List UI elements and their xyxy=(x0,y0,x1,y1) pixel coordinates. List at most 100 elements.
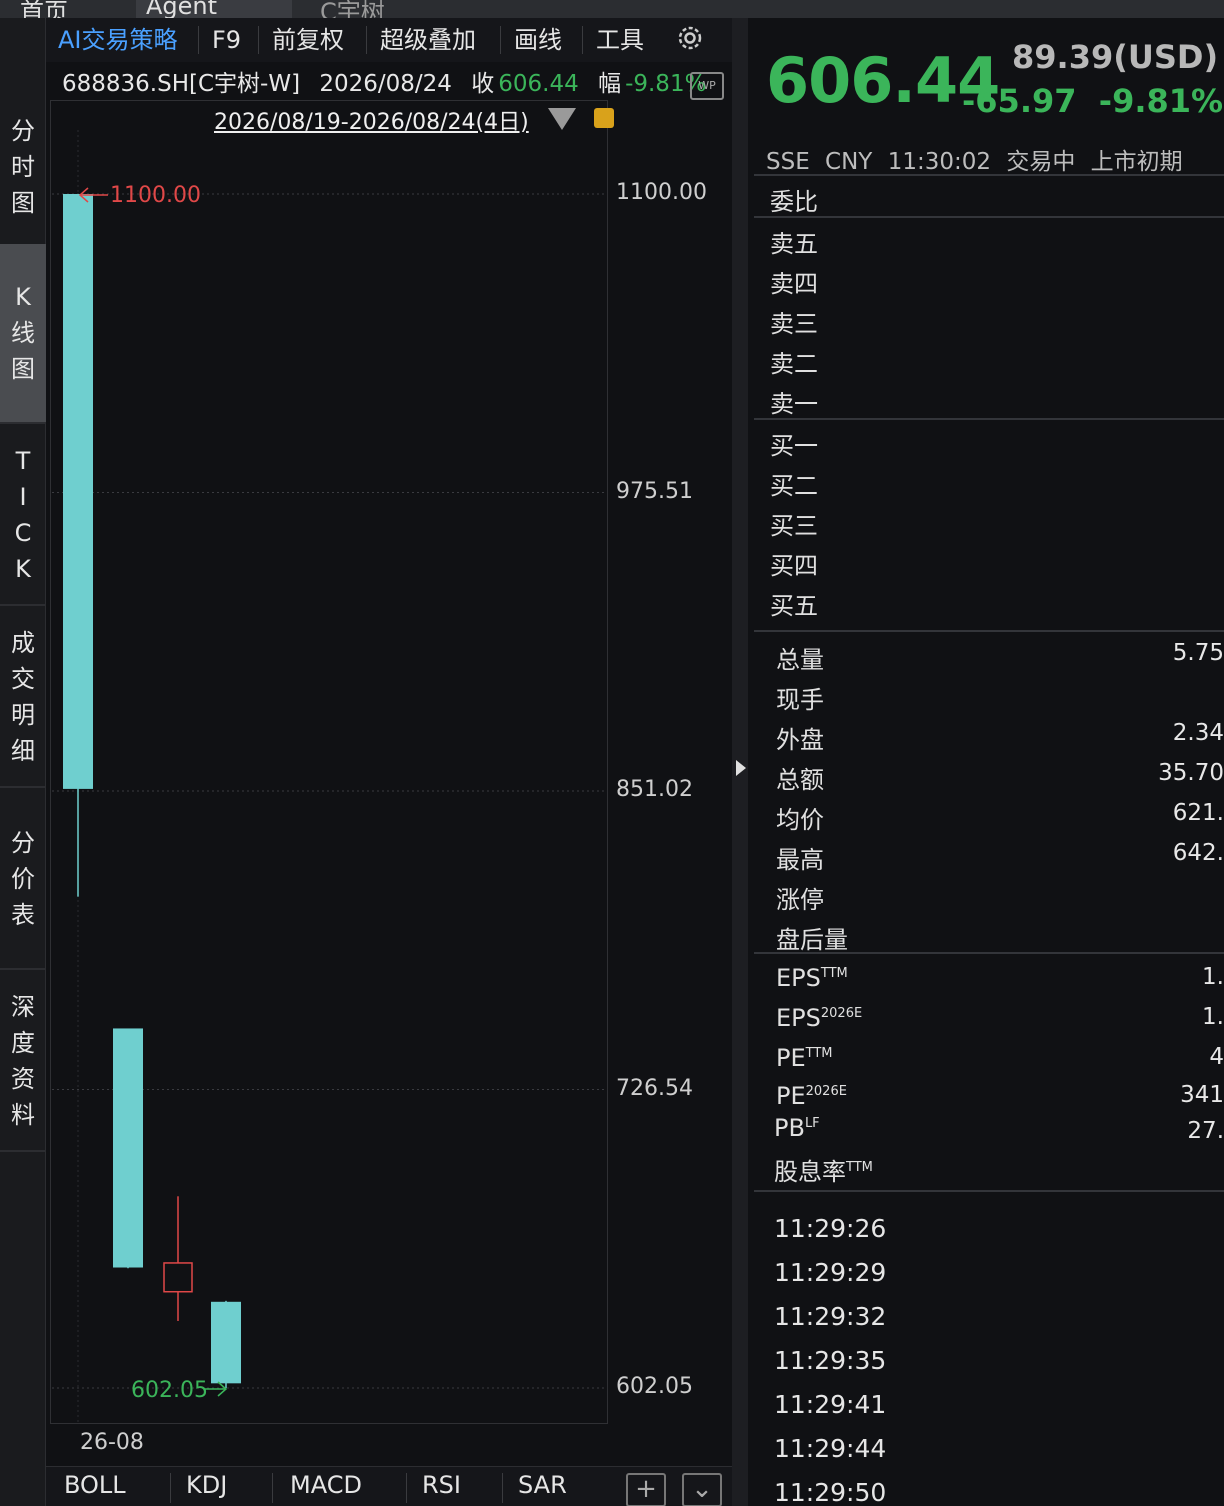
exchange: SSE xyxy=(766,149,810,175)
price-tick: 1100.00 xyxy=(616,180,707,205)
nav-char: 线 xyxy=(11,319,35,347)
buy-level: 买三 xyxy=(770,512,818,540)
nav-depth-data[interactable]: 深度资料 xyxy=(0,972,46,1152)
nav-char: I xyxy=(19,483,27,511)
nav-char: 度 xyxy=(11,1029,35,1057)
tab-home[interactable]: 首页 xyxy=(10,0,135,26)
buy-level: 买二 xyxy=(770,472,818,500)
ratio-label: EPSTTM xyxy=(776,964,848,992)
order-ratio-section: 委比 xyxy=(754,174,1224,216)
window-tab-bar: 首页 Agent C宇树 xyxy=(0,0,1224,26)
nav-char: 图 xyxy=(11,355,35,383)
stat-label: 均价 xyxy=(776,806,824,834)
ratio-value: 1. xyxy=(1202,964,1224,990)
chevron-down-icon[interactable]: ⌄ xyxy=(682,1473,722,1506)
nav-tick[interactable]: TICK xyxy=(0,426,46,606)
gear-icon[interactable] xyxy=(674,22,706,66)
tab-extra[interactable] xyxy=(700,0,740,18)
nav-char: 交 xyxy=(11,665,35,693)
stat-label: 外盘 xyxy=(776,726,824,754)
sell-level: 卖二 xyxy=(770,350,818,378)
tick-time: 11:29:35 xyxy=(774,1346,887,1375)
sell-level: 卖五 xyxy=(770,230,818,258)
nav-kline-chart[interactable]: K线图 xyxy=(0,244,46,424)
change-label: 幅 xyxy=(598,71,622,94)
nav-char: 表 xyxy=(11,901,35,929)
sell-level: 卖一 xyxy=(770,390,818,418)
buy-level: 买一 xyxy=(770,432,818,460)
indicator-divider xyxy=(272,1473,273,1503)
toolbar-divider xyxy=(582,26,583,54)
lock-icon[interactable] xyxy=(594,108,614,128)
tab-agent[interactable]: Agent xyxy=(136,0,292,20)
toolbar-divider xyxy=(366,26,367,54)
ratio-value: 27. xyxy=(1187,1118,1224,1144)
f9-button[interactable]: F9 xyxy=(212,18,241,62)
nav-intraday-chart[interactable]: 分时图 xyxy=(0,78,46,258)
ratio-label: PE2026E xyxy=(776,1082,847,1110)
stat-label: 最高 xyxy=(776,846,824,874)
listing-stage: 上市初期 xyxy=(1090,149,1183,175)
left-nav-rail: 分时图 K线图 TICK 成交明细 分价表 深度资料 xyxy=(0,18,46,1506)
tick-list: 11:29:26 11:29:29 11:29:32 11:29:35 11:2… xyxy=(754,1190,1224,1506)
add-indicator-icon[interactable]: + xyxy=(626,1473,666,1506)
stat-label: 涨停 xyxy=(776,886,824,914)
collapse-arrow-icon[interactable] xyxy=(736,760,746,776)
ratio-value: 341 xyxy=(1180,1082,1224,1108)
quote-panel: 606.44 89.39(USD) -65.97 -9.81% SSE CNY … xyxy=(750,18,1224,1506)
order-ratio-label: 委比 xyxy=(770,188,818,216)
tick-time: 11:29:44 xyxy=(774,1434,887,1463)
quote-time: 11:30:02 xyxy=(887,149,991,175)
indicator-kdj[interactable]: KDJ xyxy=(186,1471,227,1499)
x-axis-label: 26-08 xyxy=(80,1430,144,1455)
stat-label: 总量 xyxy=(776,646,824,674)
toolbar-divider xyxy=(258,26,259,54)
tick-time: 11:29:41 xyxy=(774,1390,887,1419)
nav-char: 料 xyxy=(11,1101,35,1129)
indicator-macd[interactable]: MACD xyxy=(290,1471,362,1499)
sell-level: 卖三 xyxy=(770,310,818,338)
tools-button[interactable]: 工具 xyxy=(596,18,644,62)
price-change: -65.97 -9.81% xyxy=(962,82,1223,120)
draw-line-button[interactable]: 画线 xyxy=(514,18,562,62)
usd-price: 89.39(USD) xyxy=(1012,38,1219,76)
trade-stats: 总量 5.75 现手 外盘 2.34 总额 35.70 均价 621. 最高 6… xyxy=(754,630,1224,954)
nav-char: C xyxy=(14,519,32,547)
indicator-divider xyxy=(170,1473,171,1503)
price-tick: 602.05 xyxy=(616,1374,693,1399)
ai-strategy-button[interactable]: AI交易策略 xyxy=(58,18,178,62)
sell-orders: 卖五 卖四 卖三 卖二 卖一 xyxy=(754,216,1224,418)
tab-stock[interactable]: C宇树 xyxy=(310,0,600,26)
nav-trade-details[interactable]: 成交明细 xyxy=(0,608,46,788)
nav-char: 细 xyxy=(11,737,35,765)
stat-label: 现手 xyxy=(776,686,824,714)
stat-value: 621. xyxy=(1172,800,1224,826)
close-value: 606.44 xyxy=(498,71,579,94)
indicator-divider xyxy=(406,1473,407,1503)
ratio-label: PETTM xyxy=(776,1044,833,1072)
overlay-button[interactable]: 超级叠加 xyxy=(380,18,476,62)
nav-price-table[interactable]: 分价表 xyxy=(0,790,46,970)
indicator-sar[interactable]: SAR xyxy=(518,1471,567,1499)
stat-value: 2.34 xyxy=(1172,720,1224,746)
adjust-button[interactable]: 前复权 xyxy=(272,18,344,62)
date-range-selector[interactable]: 2026/08/19-2026/08/24(4日) xyxy=(214,104,529,136)
nav-char: 价 xyxy=(11,865,35,893)
change-percent: -9.81% xyxy=(1098,82,1224,120)
trading-state: 交易中 xyxy=(1006,149,1076,175)
wp-monitor-icon[interactable]: WP xyxy=(690,72,724,100)
indicator-bar: BOLL KDJ MACD RSI SAR + ⌄ xyxy=(46,1466,732,1506)
stat-value: 5.75 xyxy=(1172,640,1224,666)
sell-level: 卖四 xyxy=(770,270,818,298)
currency: CNY xyxy=(825,149,873,175)
range-dropdown-icon[interactable] xyxy=(548,108,576,130)
indicator-boll[interactable]: BOLL xyxy=(64,1471,126,1499)
nav-char: T xyxy=(15,447,31,475)
indicator-rsi[interactable]: RSI xyxy=(422,1471,461,1499)
nav-char: K xyxy=(15,283,31,311)
ratio-value: 1. xyxy=(1202,1004,1224,1030)
chart-toolbar: AI交易策略 F9 前复权 超级叠加 画线 工具 xyxy=(46,18,732,62)
kline-chart-area[interactable] xyxy=(50,100,608,1424)
change-amount: -65.97 xyxy=(962,82,1077,120)
nav-char: 图 xyxy=(11,189,35,217)
